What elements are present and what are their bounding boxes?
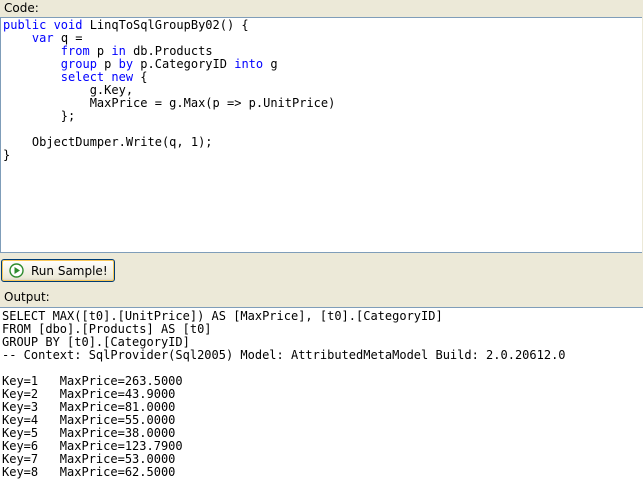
code-keyword: from <box>60 44 90 58</box>
code-token: db.Products <box>125 44 213 58</box>
code-line: ObjectDumper.Write(q, 1); <box>31 135 213 149</box>
result-line: Key=2 MaxPrice=43.9000 <box>2 387 176 401</box>
code-token: p.CategoryID <box>133 57 235 71</box>
result-line: Key=7 MaxPrice=53.0000 <box>2 452 176 466</box>
code-keyword: var <box>31 31 54 45</box>
output-line: SELECT MAX([t0].[UnitPrice]) AS [MaxPric… <box>2 309 443 323</box>
code-editor[interactable]: public void LinqToSqlGroupBy02() { var q… <box>0 17 642 253</box>
code-token: p <box>96 57 119 71</box>
code-token: { <box>133 70 148 84</box>
code-keyword: in <box>111 44 126 58</box>
code-label: Code: <box>4 1 39 15</box>
output-panel[interactable]: SELECT MAX([t0].[UnitPrice]) AS [MaxPric… <box>0 307 643 486</box>
code-keyword: by <box>118 57 134 71</box>
code-keyword: select new <box>60 70 134 84</box>
result-line: Key=4 MaxPrice=55.0000 <box>2 413 176 427</box>
code-text: public void LinqToSqlGroupBy02() { var q… <box>1 18 642 162</box>
play-icon <box>9 263 24 278</box>
run-sample-button[interactable]: Run Sample! <box>1 259 115 282</box>
code-token: g <box>263 57 278 71</box>
code-line: }; <box>60 109 76 123</box>
code-keyword: public void <box>3 18 83 32</box>
code-token: p <box>89 44 112 58</box>
output-text: SELECT MAX([t0].[UnitPrice]) AS [MaxPric… <box>0 308 643 479</box>
output-line: FROM [dbo].[Products] AS [t0] <box>2 322 212 336</box>
code-keyword: into <box>234 57 264 71</box>
result-line: Key=6 MaxPrice=123.7900 <box>2 439 183 453</box>
run-sample-label: Run Sample! <box>31 263 108 278</box>
code-line: g.Key, <box>89 83 134 97</box>
code-line: MaxPrice = g.Max(p => p.UnitPrice) <box>89 96 336 110</box>
output-line: GROUP BY [t0].[CategoryID] <box>2 335 190 349</box>
result-line: Key=8 MaxPrice=62.5000 <box>2 465 176 479</box>
code-token: LinqToSqlGroupBy02() { <box>82 18 249 32</box>
output-label: Output: <box>4 290 50 304</box>
code-line: } <box>3 148 11 162</box>
code-keyword: group <box>60 57 97 71</box>
result-line: Key=5 MaxPrice=38.0000 <box>2 426 176 440</box>
result-line: Key=1 MaxPrice=263.5000 <box>2 374 183 388</box>
result-line: Key=3 MaxPrice=81.0000 <box>2 400 176 414</box>
output-line: -- Context: SqlProvider(Sql2005) Model: … <box>2 348 566 362</box>
code-token: q = <box>53 31 83 45</box>
